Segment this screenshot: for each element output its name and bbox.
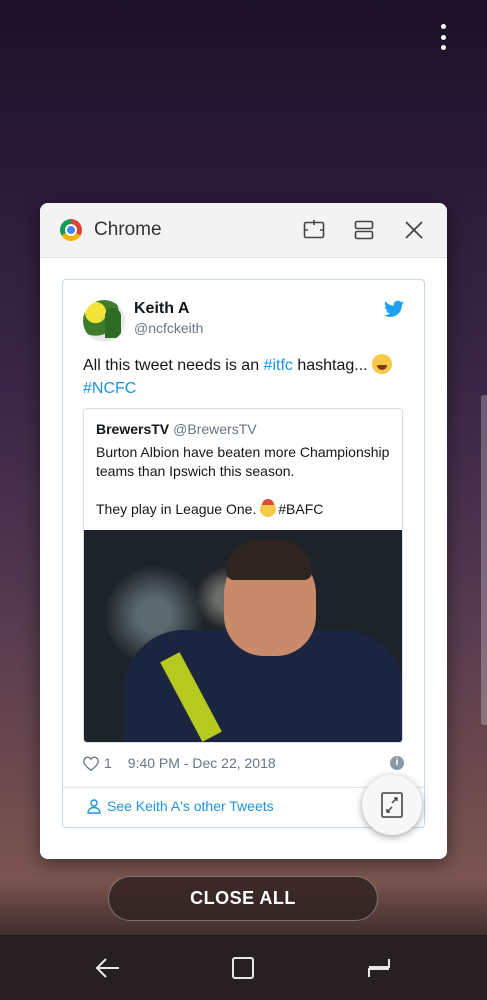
hashtag-ncfc[interactable]: #NCFC bbox=[83, 380, 136, 397]
quote-hashtag[interactable]: #BAFC bbox=[278, 501, 323, 517]
capture-frame-icon bbox=[381, 792, 403, 818]
other-tweets-link[interactable]: See Keith A's other Tweets bbox=[87, 798, 274, 814]
info-icon[interactable]: i bbox=[390, 756, 404, 770]
avatar[interactable] bbox=[83, 300, 125, 342]
navigation-bar bbox=[0, 935, 487, 1000]
home-button[interactable] bbox=[219, 944, 267, 992]
chrome-icon bbox=[60, 219, 82, 241]
author-handle[interactable]: @ncfckeith bbox=[134, 320, 203, 336]
tweet-text-start: All this tweet needs is an bbox=[83, 357, 264, 374]
quoted-tweet[interactable]: BrewersTV @BrewersTV Burton Albion have b… bbox=[83, 408, 403, 743]
person-icon bbox=[87, 798, 101, 814]
close-app-button[interactable] bbox=[395, 211, 433, 249]
close-icon bbox=[405, 221, 423, 239]
card-header: Chrome bbox=[40, 203, 447, 258]
back-icon bbox=[95, 957, 119, 978]
quote-line-2-text: They play in League One. bbox=[96, 501, 261, 517]
back-button[interactable] bbox=[84, 944, 132, 992]
recents-button[interactable] bbox=[355, 944, 403, 992]
screenshot-capture-button[interactable] bbox=[362, 775, 422, 835]
close-all-button[interactable]: CLOSE ALL bbox=[108, 876, 378, 921]
quote-author-name: BrewersTV bbox=[96, 421, 170, 437]
page-content: Keith A @ncfckeith All this tweet needs … bbox=[40, 259, 447, 859]
quote-photo[interactable] bbox=[84, 530, 402, 742]
home-icon bbox=[232, 956, 255, 979]
quote-line-1: Burton Albion have beaten more Champions… bbox=[96, 444, 390, 479]
rofl-emoji-icon bbox=[372, 354, 393, 374]
edge-panel-handle[interactable] bbox=[481, 395, 487, 725]
heart-icon[interactable] bbox=[83, 755, 99, 771]
tweet-text-end: hashtag... bbox=[292, 357, 373, 374]
exploding-head-emoji-icon bbox=[260, 499, 277, 517]
quote-text: Burton Albion have beaten more Champions… bbox=[96, 443, 396, 519]
quote-author-handle: @BrewersTV bbox=[173, 421, 257, 437]
author-name[interactable]: Keith A bbox=[134, 300, 189, 318]
twitter-bird-icon[interactable] bbox=[384, 300, 404, 318]
recents-icon bbox=[368, 958, 391, 977]
pop-up-view-button[interactable] bbox=[345, 211, 383, 249]
tweet-text: All this tweet needs is an #itfc hashtag… bbox=[83, 354, 408, 400]
recent-app-card[interactable]: Chrome Keith A @ncfckeith All this tweet… bbox=[40, 203, 447, 859]
quote-line-2: They play in League One. #BAFC bbox=[96, 499, 396, 519]
quote-author[interactable]: BrewersTV @BrewersTV bbox=[96, 421, 257, 437]
like-count[interactable]: 1 bbox=[104, 755, 112, 771]
tweet-meta: 1 9:40 PM - Dec 22, 2018 bbox=[83, 755, 276, 771]
hashtag-itfc[interactable]: #itfc bbox=[264, 357, 293, 374]
split-screen-button[interactable] bbox=[295, 211, 333, 249]
app-title: Chrome bbox=[94, 219, 162, 240]
embedded-tweet[interactable]: Keith A @ncfckeith All this tweet needs … bbox=[62, 279, 425, 828]
more-options-icon[interactable] bbox=[432, 24, 454, 50]
tweet-timestamp[interactable]: 9:40 PM - Dec 22, 2018 bbox=[128, 755, 276, 771]
other-tweets-label: See Keith A's other Tweets bbox=[107, 798, 274, 814]
split-screen-icon bbox=[303, 220, 325, 239]
photo-hair bbox=[226, 540, 312, 580]
multi-window-icon bbox=[354, 220, 374, 240]
